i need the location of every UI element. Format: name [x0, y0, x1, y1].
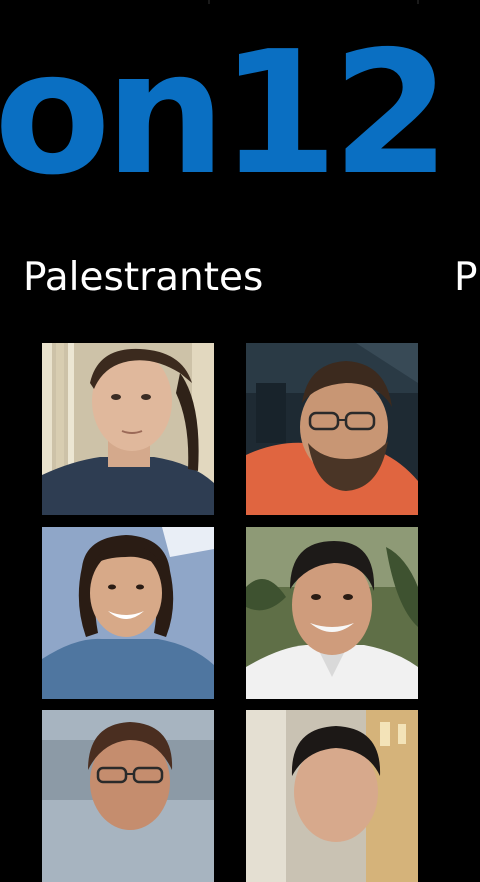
speaker-photo-6[interactable] — [246, 710, 418, 882]
speaker-photo-2[interactable] — [246, 343, 418, 515]
speaker-photo-4[interactable] — [246, 527, 418, 699]
speaker-photo-image — [42, 527, 214, 699]
status-indicator — [208, 0, 210, 4]
speaker-photo-5[interactable] — [42, 710, 214, 882]
speaker-photo-image — [246, 527, 418, 699]
speaker-photo-image — [246, 710, 418, 882]
app-title: on12 S — [0, 34, 480, 194]
speaker-photo-image — [246, 343, 418, 515]
panorama-title: on12 S — [0, 34, 480, 194]
section-header-palestrantes[interactable]: Palestrantes — [23, 252, 263, 304]
speaker-photo-1[interactable] — [42, 343, 214, 515]
status-bar — [0, 0, 480, 32]
speaker-photo-image — [42, 343, 214, 515]
speaker-photo-3[interactable] — [42, 527, 214, 699]
status-indicator — [417, 0, 419, 4]
speaker-photo-image — [42, 710, 214, 882]
section-header-next[interactable]: P — [454, 252, 478, 304]
